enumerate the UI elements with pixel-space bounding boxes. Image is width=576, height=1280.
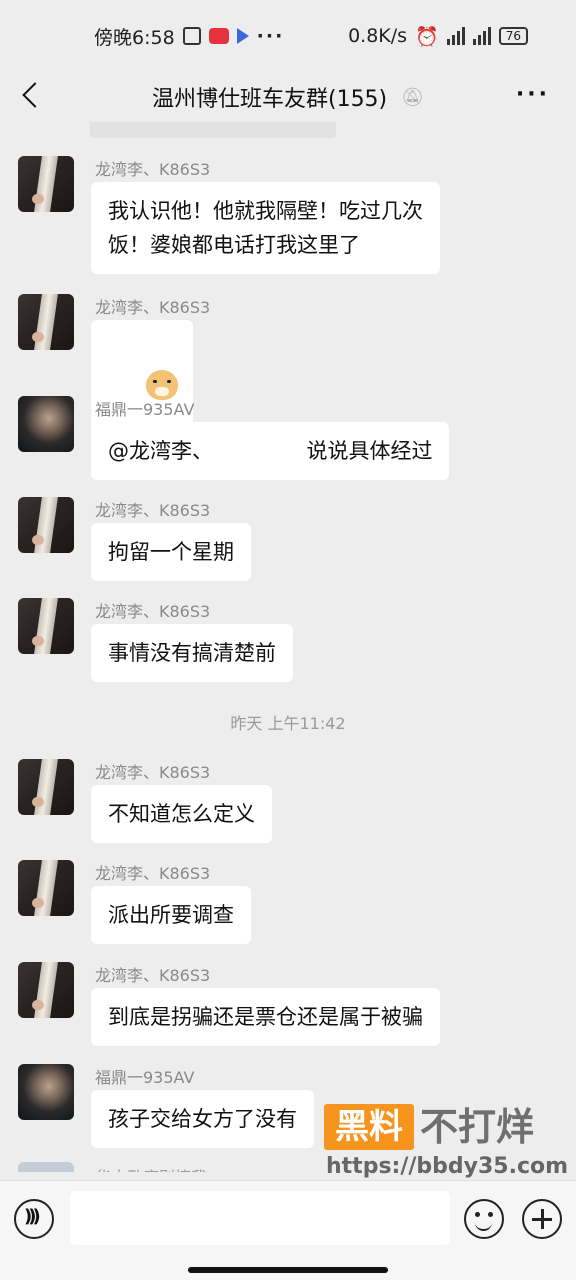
sender-name: 龙湾李、K86S3 [95, 763, 211, 782]
bell-mute-icon: 🔕︎ [401, 86, 425, 108]
message-bubble[interactable]: 我认识他！他就我隔壁！吃过几次 饭！婆娘都电话打我这里了 [91, 182, 440, 274]
watermark-text: 不打烊 [420, 1105, 535, 1149]
sender-name: 华杰卧底别搞我 [95, 1164, 207, 1172]
voice-icon[interactable] [14, 1199, 54, 1239]
avatar[interactable] [18, 1162, 74, 1172]
home-indicator[interactable] [188, 1267, 388, 1273]
more-notifications-dots: ··· [256, 25, 285, 47]
avatar[interactable] [18, 497, 74, 553]
status-bar: 傍晚6:58 ··· 0.8K/s ⏰ 76 [0, 0, 576, 72]
battery-icon: 76 [498, 27, 528, 45]
chat-header: 温州博仕班车友群(155) 🔕︎ ··· [0, 72, 576, 122]
chat-title: 温州博仕班车友群(155) [151, 87, 388, 112]
signal-icon-2 [472, 27, 491, 45]
avatar[interactable] [18, 396, 74, 452]
partial-message-bubble [90, 122, 336, 138]
sender-name: 龙湾李、K86S3 [95, 160, 211, 179]
watermark-url: https://bbdy35.com [326, 1154, 569, 1179]
status-left: 傍晚6:58 ··· [94, 23, 284, 50]
avatar[interactable] [18, 860, 74, 916]
status-time: 傍晚6:58 [94, 26, 175, 49]
message-bubble[interactable]: 不知道怎么定义 [91, 785, 272, 843]
sender-name: 龙湾李、K86S3 [95, 602, 211, 621]
message-list[interactable]: 龙湾李、K86S3 我认识他！他就我隔壁！吃过几次 饭！婆娘都电话打我这里了 龙… [0, 122, 576, 1172]
avatar[interactable] [18, 156, 74, 212]
message-bubble[interactable]: 事情没有搞清楚前 [91, 624, 293, 682]
message-bubble[interactable]: 孩子交给女方了没有 [91, 1090, 314, 1148]
message-bubble[interactable]: 派出所要调查 [91, 886, 251, 944]
sender-name: 福鼎一935AV [95, 1068, 195, 1087]
avatar[interactable] [18, 962, 74, 1018]
avatar[interactable] [18, 598, 74, 654]
play-notification-icon [236, 28, 249, 44]
sender-name: 龙湾李、K86S3 [95, 298, 211, 317]
sender-name: 龙湾李、K86S3 [95, 864, 211, 883]
more-dots-icon[interactable]: ··· [516, 82, 550, 107]
plus-icon[interactable] [522, 1199, 562, 1239]
avatar[interactable] [18, 294, 74, 350]
timestamp: 昨天 上午11:42 [230, 714, 346, 733]
message-bubble[interactable]: 到底是拐骗还是票仓还是属于被骗 [91, 988, 440, 1046]
watermark-logo: 黑料 [324, 1104, 414, 1150]
notification-icon [182, 27, 201, 45]
avatar[interactable] [18, 1064, 74, 1120]
message-bubble[interactable]: 拘留一个星期 [91, 523, 251, 581]
sender-name: 龙湾李、K86S3 [95, 966, 211, 985]
back-arrow-icon[interactable] [16, 78, 52, 114]
message-input[interactable] [70, 1191, 450, 1245]
avatar[interactable] [18, 759, 74, 815]
sender-name: 龙湾李、K86S3 [95, 501, 211, 520]
status-right: 0.8K/s ⏰ 76 [348, 25, 528, 48]
alarm-icon: ⏰ [415, 25, 439, 48]
signal-icon [446, 27, 465, 45]
emoji-icon[interactable] [464, 1199, 504, 1239]
input-bar [0, 1180, 576, 1280]
network-speed: 0.8K/s [348, 25, 408, 47]
sender-name: 福鼎一935AV [95, 400, 195, 419]
message-bubble[interactable]: @龙湾李、 说说具体经过 [91, 422, 450, 480]
app-notification-icon [208, 28, 229, 44]
